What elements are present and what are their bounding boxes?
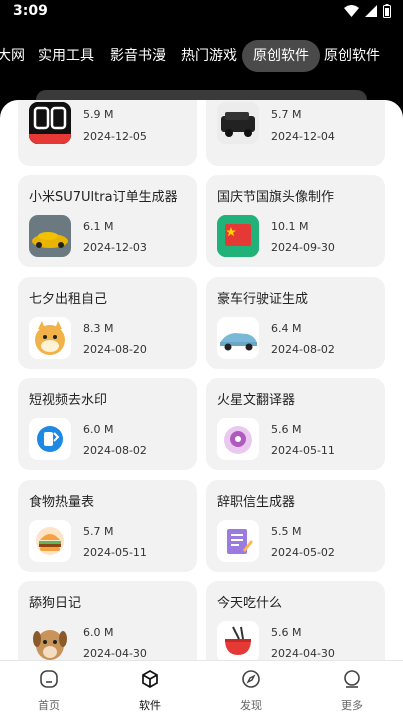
cube-icon — [120, 667, 180, 691]
card-title: 食物热量表 — [29, 495, 95, 510]
card-date: 2024-12-03 — [83, 241, 147, 254]
burger-icon — [29, 520, 71, 562]
card-date: 2024-08-02 — [83, 444, 147, 457]
tab-utility[interactable]: 实用工具 — [27, 40, 105, 72]
nav-home[interactable]: 首页 — [19, 667, 79, 713]
china-flag-icon — [217, 215, 259, 257]
category-tabs: 大网 实用工具 影音书漫 热门游戏 原创软件 原创软件 — [0, 40, 403, 72]
card-title: 辞职信生成器 — [217, 495, 296, 510]
card-size: 5.7 M — [83, 525, 114, 538]
wifi-icon — [344, 5, 359, 17]
su7-car-icon — [29, 215, 71, 257]
card-size: 5.9 M — [83, 108, 114, 121]
software-card[interactable]: 国庆节国旗头像制作 10.1 M 2024-09-30 — [206, 175, 385, 267]
tab-media[interactable]: 影音书漫 — [99, 40, 177, 72]
card-size: 5.6 M — [271, 423, 302, 436]
software-card[interactable]: 今天吃什么 5.6 M 2024-04-30 — [206, 581, 385, 660]
software-card[interactable]: 5.9 M 2024-12-05 — [18, 100, 197, 166]
dewu-icon — [29, 102, 71, 144]
software-card[interactable]: 5.7 M 2024-12-04 — [206, 100, 385, 166]
software-list-panel[interactable]: 5.9 M 2024-12-05 5.7 M 2024-12-04 小米SU7U… — [0, 100, 403, 660]
software-card[interactable]: 舔狗日记 6.0 M 2024-04-30 — [18, 581, 197, 660]
card-size: 5.6 M — [271, 626, 302, 639]
nav-label: 首页 — [38, 699, 60, 712]
card-size: 10.1 M — [271, 220, 309, 233]
software-card[interactable]: 短视频去水印 6.0 M 2024-08-02 — [18, 378, 197, 470]
nav-discover[interactable]: 发现 — [221, 667, 281, 713]
nav-label: 发现 — [240, 699, 262, 712]
noodle-bowl-icon — [217, 621, 259, 660]
card-size: 8.3 M — [83, 322, 114, 335]
card-date: 2024-12-04 — [271, 130, 335, 143]
video-watermark-icon — [29, 418, 71, 460]
tab-original-software[interactable]: 原创软件 — [242, 40, 320, 72]
card-date: 2024-12-05 — [83, 130, 147, 143]
software-card[interactable]: 豪车行驶证生成 6.4 M 2024-08-02 — [206, 277, 385, 369]
card-title: 七夕出租自己 — [29, 292, 108, 307]
software-card[interactable]: 七夕出租自己 8.3 M 2024-08-20 — [18, 277, 197, 369]
software-card[interactable]: 小米SU7Ultra订单生成器 6.1 M 2024-12-03 — [18, 175, 197, 267]
card-title: 火星文翻译器 — [217, 393, 296, 408]
card-title: 今天吃什么 — [217, 596, 283, 611]
car-mercedes-icon — [217, 102, 259, 144]
card-title: 舔狗日记 — [29, 596, 82, 611]
dog-icon — [29, 621, 71, 660]
card-title: 小米SU7Ultra订单生成器 — [29, 190, 178, 205]
nav-more[interactable]: 更多 — [322, 667, 382, 713]
battery-icon — [383, 4, 391, 18]
sports-car-icon — [217, 317, 259, 359]
card-date: 2024-05-02 — [271, 546, 335, 559]
card-title: 国庆节国旗头像制作 — [217, 190, 335, 205]
card-size: 5.5 M — [271, 525, 302, 538]
card-title: 豪车行驶证生成 — [217, 292, 309, 307]
card-date: 2024-08-20 — [83, 343, 147, 356]
software-card[interactable]: 辞职信生成器 5.5 M 2024-05-02 — [206, 480, 385, 572]
nav-label: 更多 — [341, 699, 363, 712]
status-icons — [344, 4, 391, 18]
software-card[interactable]: 食物热量表 5.7 M 2024-05-11 — [18, 480, 197, 572]
card-date: 2024-09-30 — [271, 241, 335, 254]
card-size: 6.0 M — [83, 626, 114, 639]
card-size: 6.1 M — [83, 220, 114, 233]
card-title: 短视频去水印 — [29, 393, 108, 408]
doge-icon — [29, 317, 71, 359]
card-date: 2024-05-11 — [83, 546, 147, 559]
status-time: 3:09 — [13, 3, 48, 19]
card-date: 2024-04-30 — [83, 647, 147, 660]
alien-icon — [217, 418, 259, 460]
software-card[interactable]: 火星文翻译器 5.6 M 2024-05-11 — [206, 378, 385, 470]
nav-label: 软件 — [139, 699, 161, 712]
bottom-nav: 首页 软件 发现 更多 — [0, 660, 403, 718]
tab-original-software-2[interactable]: 原创软件 — [313, 40, 391, 72]
card-size: 6.0 M — [83, 423, 114, 436]
nav-software[interactable]: 软件 — [120, 667, 180, 713]
card-size: 6.4 M — [271, 322, 302, 335]
tab-hot-games[interactable]: 热门游戏 — [170, 40, 248, 72]
home-icon — [19, 667, 79, 691]
card-date: 2024-05-11 — [271, 444, 335, 457]
status-bar: 3:09 — [0, 0, 403, 24]
more-icon — [322, 667, 382, 691]
card-date: 2024-04-30 — [271, 647, 335, 660]
signal-icon — [365, 5, 377, 17]
compass-icon — [221, 667, 281, 691]
letter-icon — [217, 520, 259, 562]
card-size: 5.7 M — [271, 108, 302, 121]
card-date: 2024-08-02 — [271, 343, 335, 356]
